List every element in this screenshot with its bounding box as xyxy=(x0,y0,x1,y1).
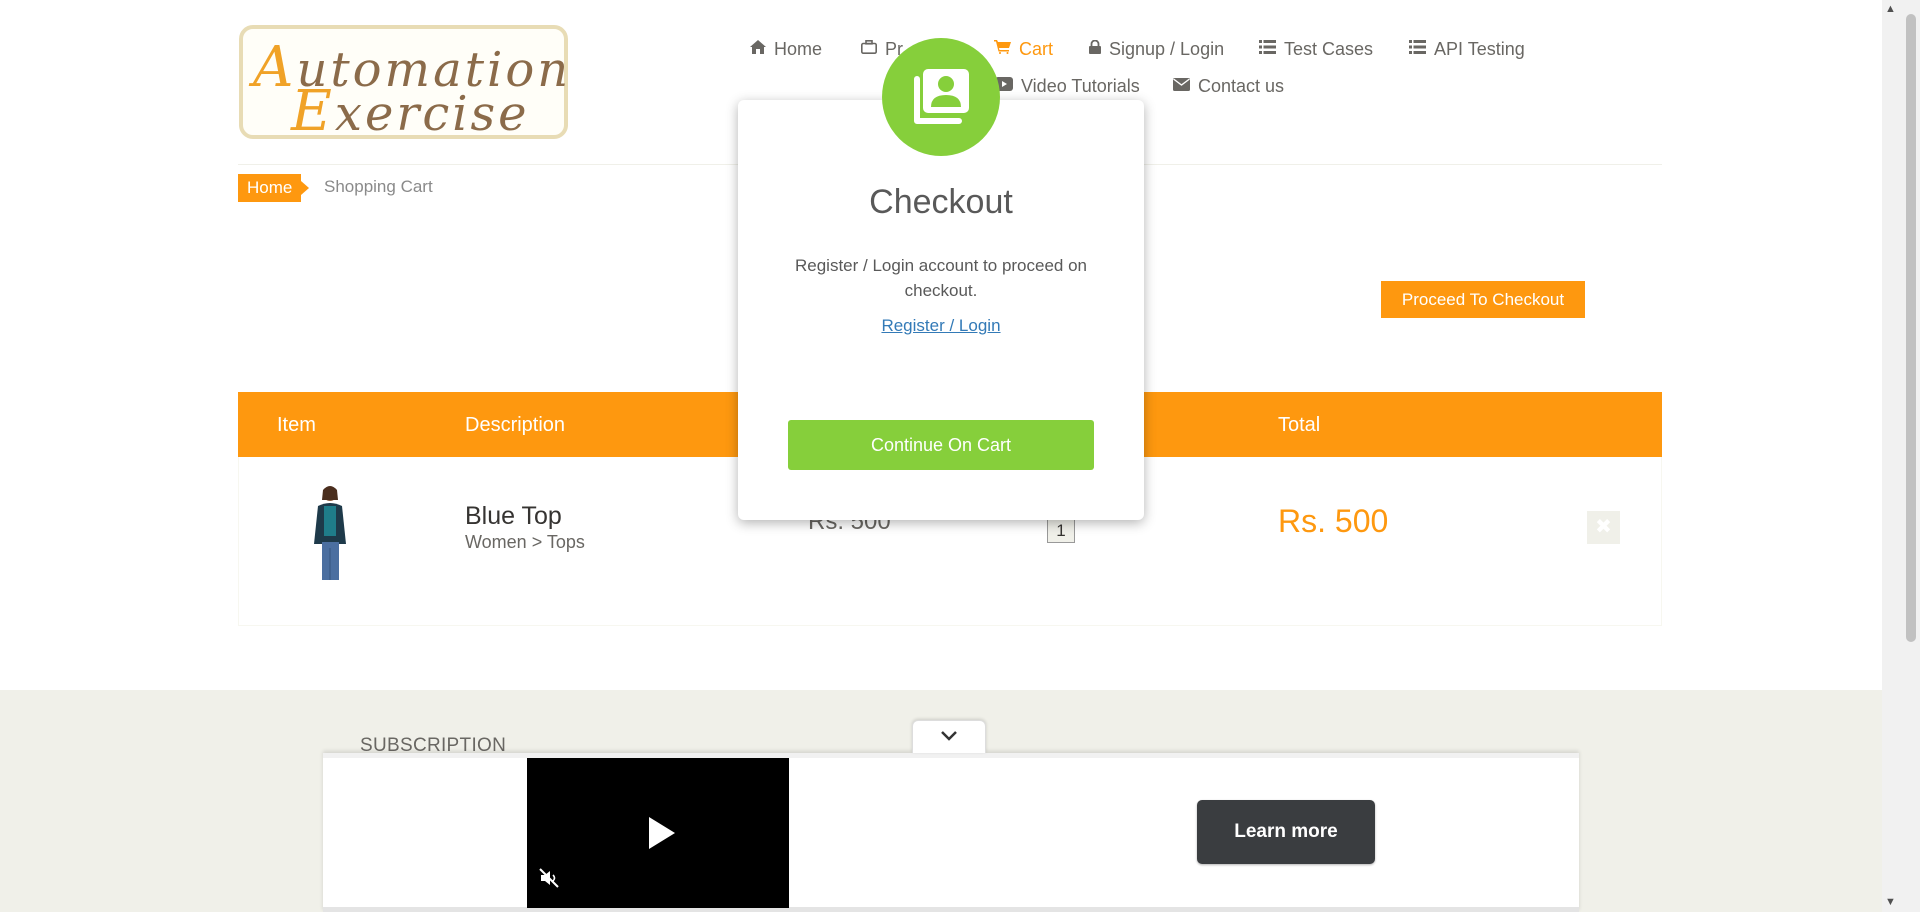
product-name[interactable]: Blue Top xyxy=(465,502,562,531)
ad-banner-border xyxy=(323,907,1579,912)
column-header-item: Item xyxy=(277,414,316,436)
ad-banner xyxy=(323,753,1579,912)
muted-speaker-icon[interactable] xyxy=(539,868,559,888)
product-category: Women > Tops xyxy=(465,532,585,552)
play-icon[interactable] xyxy=(647,815,677,851)
site-logo[interactable]: Automation Exercise xyxy=(239,25,568,144)
breadcrumb-home[interactable]: Home xyxy=(238,174,310,202)
register-login-link[interactable]: Register / Login xyxy=(738,316,1144,336)
nav-signup-login[interactable]: Signup / Login xyxy=(1089,39,1224,60)
product-image[interactable] xyxy=(308,484,353,584)
learn-more-button[interactable]: Learn more xyxy=(1197,800,1375,864)
delete-item-button[interactable]: ✖ xyxy=(1587,511,1620,544)
briefcase-icon xyxy=(861,40,877,59)
nav-api-testing[interactable]: API Testing xyxy=(1409,39,1525,60)
scroll-down-icon[interactable]: ▼ xyxy=(1885,896,1896,908)
scroll-up-icon[interactable]: ▲ xyxy=(1885,3,1896,15)
product-total: Rs. 500 xyxy=(1278,503,1389,539)
chevron-down-icon xyxy=(941,731,957,741)
column-header-description: Description xyxy=(465,414,566,436)
lock-icon xyxy=(1089,39,1101,59)
list-icon xyxy=(1259,40,1276,59)
page: Automation Exercise Home Pr Cart Signup … xyxy=(0,0,1882,912)
nav-home[interactable]: Home xyxy=(750,39,822,60)
close-icon: ✖ xyxy=(1595,516,1612,538)
list-icon xyxy=(1409,40,1426,59)
scrollbar-thumb[interactable] xyxy=(1906,14,1916,642)
user-profile-icon xyxy=(914,69,969,124)
proceed-to-checkout-button[interactable]: Proceed To Checkout xyxy=(1381,281,1585,318)
nav-cart[interactable]: Cart xyxy=(994,39,1053,60)
modal-title: Checkout xyxy=(869,183,1013,221)
quantity-value: 1 xyxy=(1047,517,1075,543)
ad-collapse-button[interactable] xyxy=(912,720,986,753)
modal-badge xyxy=(882,38,1000,156)
home-icon xyxy=(750,40,766,59)
column-header-total: Total xyxy=(1278,414,1321,436)
modal-message: Register / Login account to proceed on c… xyxy=(794,256,1088,300)
nav-test-cases[interactable]: Test Cases xyxy=(1259,39,1373,60)
breadcrumb-current: Shopping Cart xyxy=(324,177,433,196)
continue-on-cart-button[interactable]: Continue On Cart xyxy=(788,420,1094,470)
envelope-icon xyxy=(1173,77,1190,96)
nav-video-tutorials[interactable]: Video Tutorials xyxy=(995,76,1140,97)
shopping-cart-icon xyxy=(994,40,1011,59)
nav-contact-us[interactable]: Contact us xyxy=(1173,76,1284,97)
